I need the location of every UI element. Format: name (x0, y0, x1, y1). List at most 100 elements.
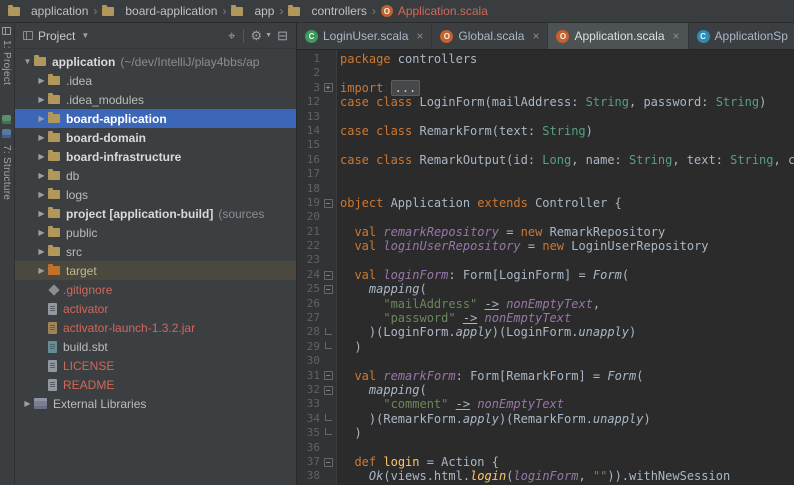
expand-arrow-icon[interactable]: ▶ (21, 399, 34, 408)
line-number: 27 (306, 311, 320, 325)
tool-button-project[interactable]: 1: Project (1, 40, 12, 85)
breadcrumb-item-controllers[interactable]: controllers (288, 4, 367, 18)
tree-row-gitignore[interactable]: .gitignore (15, 280, 296, 299)
expand-arrow-icon[interactable]: ▶ (35, 171, 48, 180)
fold-collapse-icon[interactable]: − (323, 385, 333, 395)
expand-arrow-icon[interactable]: ▶ (35, 114, 48, 123)
code-text: val loginUserRepository = new LoginUserR… (354, 239, 709, 254)
fold-column (320, 110, 336, 124)
tree-row-board-infrastructure[interactable]: ▶ board-infrastructure (15, 147, 296, 166)
tree-label: board-application (66, 111, 167, 126)
expand-arrow-icon[interactable]: ▼ (21, 57, 34, 66)
tab-close-icon[interactable]: × (673, 29, 680, 43)
tree-row-application[interactable]: ▼ application (~/dev/IntelliJ/play4bbs/ap (15, 52, 296, 71)
tree-row-project-application-build[interactable]: ▶ project [application-build] (sources (15, 204, 296, 223)
line-number: 12 (306, 95, 320, 109)
chevron-down-icon[interactable]: ▼ (81, 31, 89, 40)
breadcrumb-label: app (254, 4, 275, 18)
fold-end-icon[interactable] (324, 327, 332, 335)
tab-close-icon[interactable]: × (416, 29, 423, 43)
editor[interactable]: 1 package controllers 2 3 + import ... 12 case … (297, 50, 794, 485)
code-line: 25− mapping( (297, 282, 794, 296)
breadcrumb-item-app[interactable]: app (231, 4, 274, 18)
expand-arrow-icon[interactable]: ▶ (35, 228, 48, 237)
tree-row-external-libraries[interactable]: ▶ External Libraries (15, 394, 296, 413)
tree-row-readme[interactable]: README (15, 375, 296, 394)
tree-row-activator-launch-1-3-2-jar[interactable]: activator-launch-1.3.2.jar (15, 318, 296, 337)
tree-row-db[interactable]: ▶ db (15, 166, 296, 185)
expand-arrow-icon[interactable]: ▶ (35, 76, 48, 85)
tree-label-suffix: (sources (218, 206, 265, 221)
jar-file-icon (48, 321, 57, 334)
tree-row-public[interactable]: ▶ public (15, 223, 296, 242)
tree-row-logs[interactable]: ▶ logs (15, 185, 296, 204)
code-text: case class RemarkForm(text: String) (340, 123, 593, 138)
tree-label: application (52, 54, 116, 69)
tool-stripe-icon-2[interactable] (2, 129, 11, 138)
code-line: 31− val remarkForm: Form[RemarkForm] = F… (297, 369, 794, 383)
expand-arrow-icon[interactable]: ▶ (35, 95, 48, 104)
fold-end-icon[interactable] (324, 428, 332, 436)
fold-collapse-icon[interactable]: − (323, 198, 333, 208)
editor-column: C LoginUser.scala × O Global.scala × O Applicat… (297, 23, 794, 485)
scroll-from-source-icon[interactable]: ⌖ (228, 29, 235, 42)
fold-collapse-icon[interactable]: − (323, 284, 333, 294)
expand-arrow-icon[interactable]: ▶ (35, 247, 48, 256)
fold-column (320, 253, 336, 267)
line-number: 30 (306, 354, 320, 368)
tree-row-target[interactable]: ▶ target (15, 261, 296, 280)
tab-label: LoginUser.scala (323, 29, 409, 43)
tree-row-board-application[interactable]: ▶ board-application (15, 109, 296, 128)
breadcrumb-item-application-scala[interactable]: O Application.scala (380, 4, 488, 18)
tree-row-idea[interactable]: ▶ .idea (15, 71, 296, 90)
code-text: Ok(views.html.login(loginForm, "")).with… (368, 469, 731, 484)
fold-end-icon[interactable] (324, 413, 332, 421)
tree-row-idea-modules[interactable]: ▶ .idea_modules (15, 90, 296, 109)
code-line: 35 ) (297, 426, 794, 440)
expand-arrow-icon[interactable]: ▶ (35, 152, 48, 161)
folder-icon (34, 55, 46, 66)
line-number: 32 (306, 382, 320, 396)
fold-end-icon[interactable] (324, 342, 332, 349)
code-text: object Application extends Controller { (340, 195, 622, 210)
expand-arrow-icon[interactable]: ▶ (35, 190, 48, 199)
fold-column (320, 469, 336, 483)
tool-button-structure[interactable]: 7: Structure (1, 145, 12, 200)
tree-row-activator[interactable]: activator (15, 299, 296, 318)
code-text: "mailAddress" -> nonEmptyText, (383, 296, 601, 311)
tab-global-scala[interactable]: O Global.scala × (432, 23, 549, 49)
expand-arrow-icon[interactable]: ▶ (35, 266, 48, 275)
expand-arrow-icon[interactable]: ▶ (35, 209, 48, 218)
fold-expand-icon[interactable]: + (323, 83, 333, 93)
hide-panel-icon[interactable]: ⊟ (277, 29, 288, 42)
code-text: package controllers (340, 52, 478, 66)
tool-stripe-icon-1[interactable] (2, 115, 11, 124)
fold-collapse-icon[interactable]: − (323, 371, 333, 381)
fold-column (320, 426, 336, 440)
line-number: 28 (306, 325, 320, 339)
tab-applicationsp[interactable]: C ApplicationSp (689, 23, 794, 49)
tab-loginuser-scala[interactable]: C LoginUser.scala × (297, 23, 433, 49)
tab-application-scala[interactable]: O Application.scala × (548, 23, 689, 49)
code-line: 17 (297, 167, 794, 181)
fold-column (320, 297, 336, 311)
folder-icon (48, 150, 60, 161)
project-panel-title[interactable]: Project (38, 29, 75, 43)
folder-icon (48, 226, 60, 237)
fold-collapse-icon[interactable]: − (323, 270, 333, 280)
tree-row-src[interactable]: ▶ src (15, 242, 296, 261)
code-area: 1 package controllers 2 3 + import ... 12 case … (297, 50, 794, 484)
tree-row-license[interactable]: LICENSE (15, 356, 296, 375)
breadcrumb-item-application[interactable]: application (8, 4, 88, 18)
code-line: 3 + import ... (297, 79, 794, 96)
tab-close-icon[interactable]: × (532, 29, 539, 43)
line-number: 35 (306, 426, 320, 440)
settings-gear-icon[interactable]: ⚙ (251, 29, 263, 42)
expand-arrow-icon[interactable]: ▶ (35, 133, 48, 142)
fold-collapse-icon[interactable]: − (323, 457, 333, 467)
code-text: ) (340, 339, 362, 354)
breadcrumb-item-board-application[interactable]: board-application (102, 4, 217, 18)
tree-row-build-sbt[interactable]: build.sbt (15, 337, 296, 356)
tree-row-board-domain[interactable]: ▶ board-domain (15, 128, 296, 147)
fold-column (320, 441, 336, 455)
